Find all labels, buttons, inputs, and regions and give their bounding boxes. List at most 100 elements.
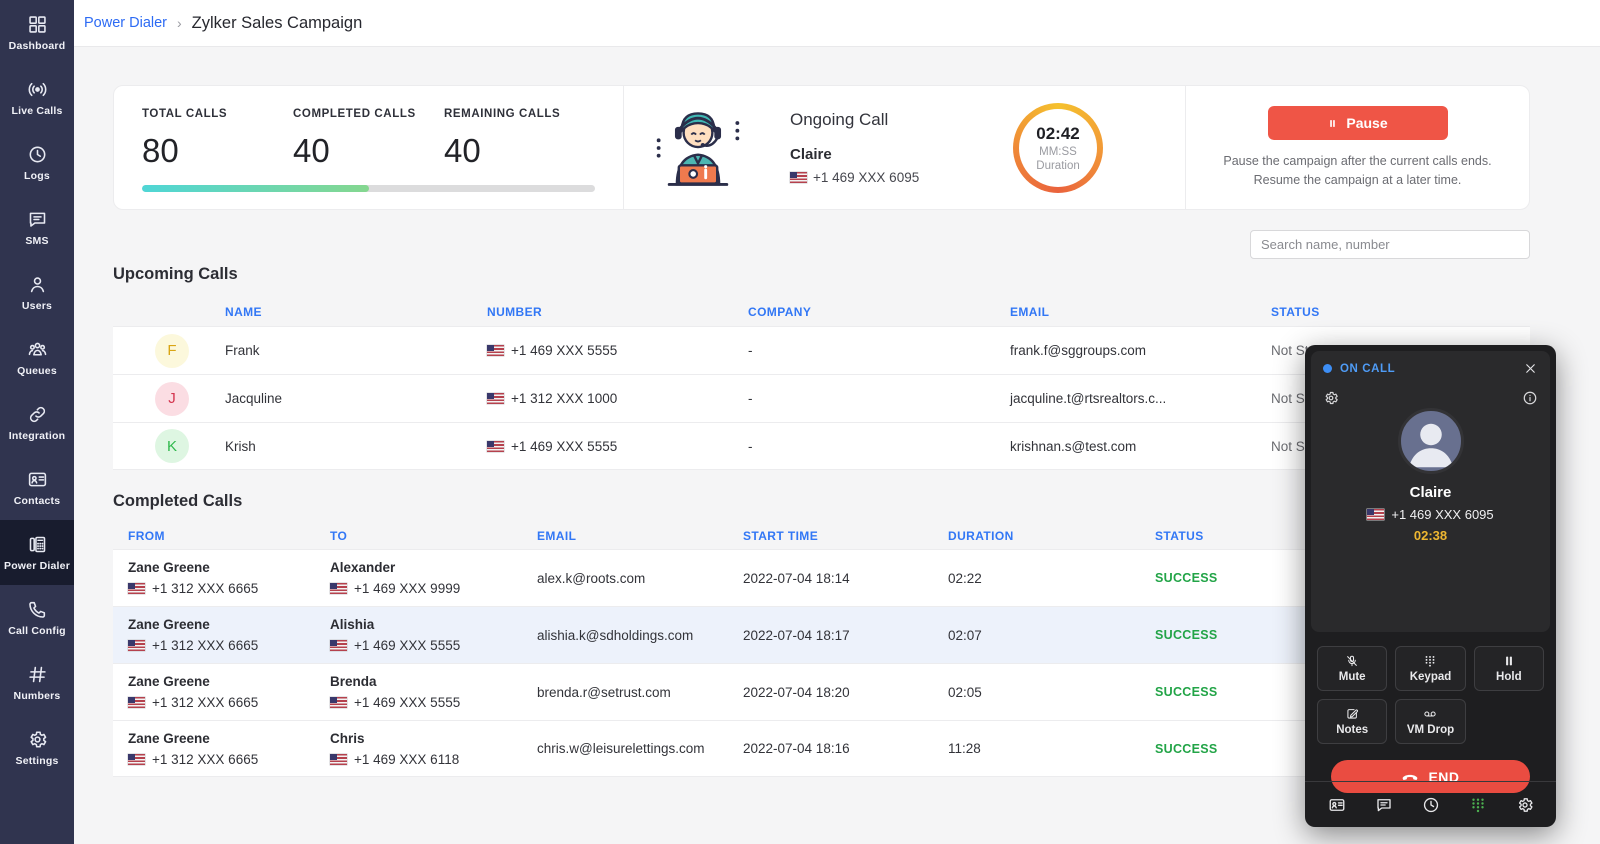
column-header-number[interactable]: NUMBER [487, 305, 748, 319]
sidebar-item-queues[interactable]: Queues [0, 325, 74, 390]
us-flag-icon [487, 393, 504, 404]
pause-campaign-button[interactable]: Pause [1268, 106, 1448, 140]
to-number: +1 469 XXX 9999 [354, 581, 460, 596]
close-icon[interactable] [1523, 361, 1538, 376]
column-header-from[interactable]: FROM [113, 529, 315, 543]
sidebar-item-live-calls[interactable]: Live Calls [0, 65, 74, 130]
column-header-to[interactable]: TO [315, 529, 522, 543]
call-duration-value: 02:42 [1036, 124, 1079, 144]
hold-button[interactable]: Hold [1474, 646, 1544, 691]
stat-label: COMPLETED CALLS [293, 108, 444, 120]
sidebar-item-contacts[interactable]: Contacts [0, 455, 74, 520]
column-header-email[interactable]: EMAIL [522, 529, 728, 543]
sidebar-item-settings[interactable]: Settings [0, 715, 74, 780]
call-start-time: 2022-07-04 18:17 [728, 628, 933, 643]
chat-icon[interactable] [1375, 796, 1393, 814]
id-card-icon[interactable] [1328, 796, 1346, 814]
from-name: Zane Greene [128, 560, 315, 575]
upcoming-table-header: NAME NUMBER COMPANY EMAIL STATUS [113, 298, 1530, 326]
pause-icon [1327, 118, 1338, 129]
clock-icon[interactable] [1422, 796, 1440, 814]
call-action-buttons: Mute Keypad Hold Notes VM Drop [1317, 646, 1544, 744]
stat-completed-calls: COMPLETED CALLS 40 [293, 108, 444, 170]
call-email: alex.k@roots.com [522, 571, 728, 586]
widget-info-icon[interactable] [1522, 390, 1538, 406]
ongoing-call-number: +1 469 XXX 6095 [813, 170, 919, 185]
from-name: Zane Greene [128, 731, 315, 746]
contact-email: krishnan.s@test.com [1010, 439, 1271, 454]
sidebar-item-dashboard[interactable]: Dashboard [0, 0, 74, 65]
keypad-icon [1423, 654, 1437, 668]
to-name: Brenda [330, 674, 522, 689]
sidebar-item-numbers[interactable]: Numbers [0, 650, 74, 715]
call-widget-info-panel: ON CALL Claire +1 469 XXX 6095 02:38 [1311, 351, 1550, 632]
keypad-button[interactable]: Keypad [1395, 646, 1465, 691]
sidebar-item-label: SMS [25, 235, 48, 247]
call-duration-caption: Duration [1036, 160, 1079, 172]
us-flag-icon [790, 172, 807, 183]
stat-value: 80 [142, 132, 293, 170]
sidebar-item-label: Call Config [8, 625, 66, 637]
vm-drop-button[interactable]: VM Drop [1395, 699, 1465, 744]
keypad-icon[interactable] [1469, 796, 1487, 814]
id-card-icon [27, 469, 48, 490]
to-name: Chris [330, 731, 522, 746]
column-header-company[interactable]: COMPANY [748, 305, 1010, 319]
contact-avatar: J [155, 382, 189, 416]
column-header-start-time[interactable]: START TIME [728, 529, 933, 543]
handset-icon [27, 599, 48, 620]
us-flag-icon [128, 754, 145, 765]
column-header-duration[interactable]: DURATION [933, 529, 1140, 543]
on-call-label: ON CALL [1340, 363, 1395, 375]
breadcrumb-parent-link[interactable]: Power Dialer [84, 15, 167, 31]
sidebar-item-label: Queues [17, 365, 57, 377]
campaign-progress-fill [142, 185, 369, 192]
gear-icon[interactable] [1516, 796, 1534, 814]
sidebar-item-call-config[interactable]: Call Config [0, 585, 74, 650]
call-start-time: 2022-07-04 18:16 [728, 741, 933, 756]
contact-name: Krish [225, 439, 256, 454]
mute-button[interactable]: Mute [1317, 646, 1387, 691]
contact-email: jacquline.t@rtsrealtors.c... [1010, 391, 1271, 406]
pause-description: Pause the campaign after the current cal… [1223, 152, 1491, 188]
to-number: +1 469 XXX 6118 [354, 752, 459, 767]
column-header-email[interactable]: EMAIL [1010, 305, 1271, 319]
caller-name: Claire [1323, 484, 1538, 501]
ongoing-call-card: Ongoing Call Claire +1 469 XXX 6095 02:4… [623, 86, 1186, 209]
call-action-label: Keypad [1410, 671, 1452, 683]
sidebar-item-logs[interactable]: Logs [0, 130, 74, 195]
sidebar-item-label: Settings [15, 755, 58, 767]
contact-number: +1 469 XXX 5555 [511, 343, 617, 358]
call-email: alishia.k@sdholdings.com [522, 628, 728, 643]
search-input[interactable] [1250, 230, 1530, 259]
sidebar-item-sms[interactable]: SMS [0, 195, 74, 260]
call-action-label: Mute [1339, 671, 1366, 683]
sidebar-item-label: Integration [9, 430, 65, 442]
call-duration: 02:07 [933, 628, 1140, 643]
sidebar-item-label: Power Dialer [4, 560, 70, 572]
voicemail-icon [1423, 707, 1437, 721]
sidebar-item-integration[interactable]: Integration [0, 390, 74, 455]
widget-settings-icon[interactable] [1323, 390, 1339, 406]
call-email: chris.w@leisurelettings.com [522, 741, 728, 756]
chat-icon [27, 209, 48, 230]
call-start-time: 2022-07-04 18:14 [728, 571, 933, 586]
grid-icon [27, 14, 48, 35]
sidebar-item-users[interactable]: Users [0, 260, 74, 325]
link-icon [27, 404, 48, 425]
to-name: Alexander [330, 560, 522, 575]
contact-company: - [748, 343, 1010, 358]
column-header-name[interactable]: NAME [113, 305, 487, 319]
call-duration: 11:28 [933, 741, 1140, 756]
breadcrumb-separator: › [177, 15, 182, 31]
page-title: Zylker Sales Campaign [192, 14, 363, 33]
contact-name: Jacquline [225, 391, 282, 406]
sidebar-item-power-dialer[interactable]: Power Dialer [0, 520, 74, 585]
notes-button[interactable]: Notes [1317, 699, 1387, 744]
contact-number: +1 312 XXX 1000 [511, 391, 617, 406]
topbar: Power Dialer › Zylker Sales Campaign [74, 0, 1600, 47]
contact-name: Frank [225, 343, 260, 358]
column-header-status[interactable]: STATUS [1271, 305, 1530, 319]
desk-phone-icon [27, 534, 48, 555]
on-call-dot [1323, 364, 1332, 373]
